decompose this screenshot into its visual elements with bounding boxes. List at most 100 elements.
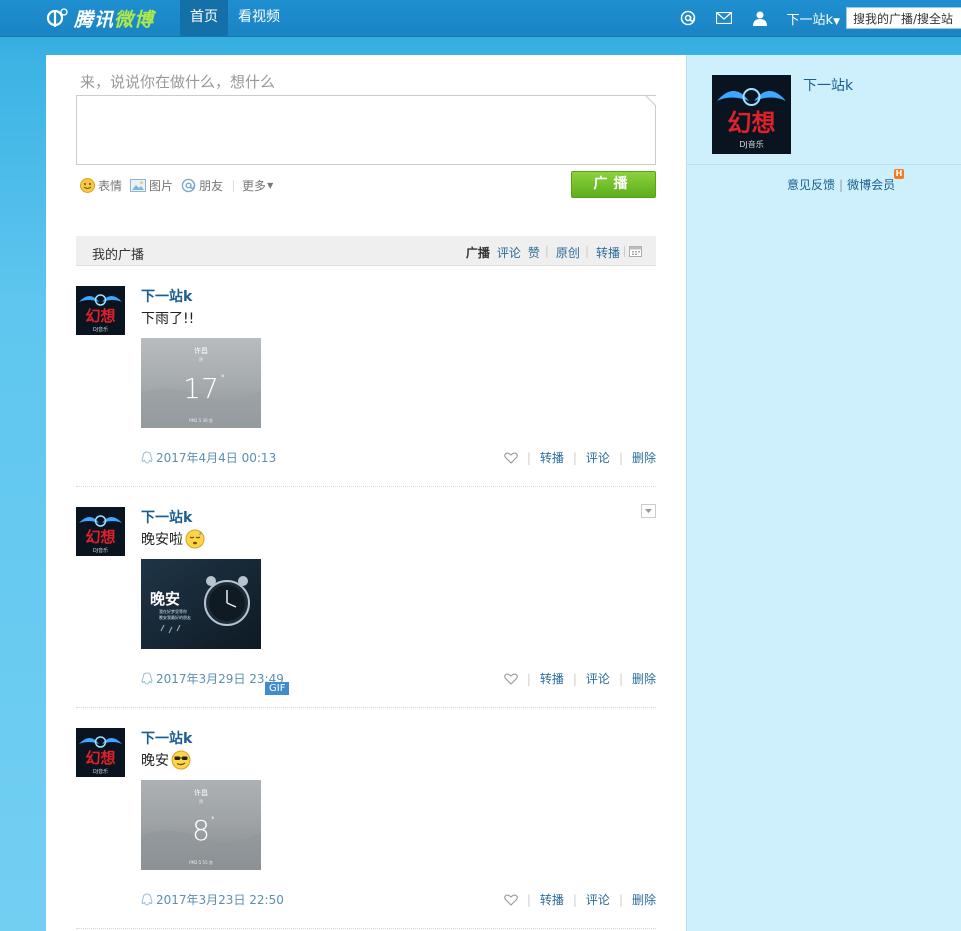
smiley-icon (80, 178, 95, 193)
svg-text:DJ音乐: DJ音乐 (93, 326, 108, 333)
sidebar-links: 意见反馈 | 微博会员 (787, 176, 896, 193)
cool-face-emoji-icon (171, 750, 191, 770)
mail-icon[interactable] (715, 9, 733, 27)
filter-broadcast[interactable]: 广播 (466, 244, 490, 261)
vip-badge: H (894, 169, 904, 179)
filter-comments[interactable]: 评论 (497, 244, 521, 261)
broadcast-submit-button[interactable]: 广播 (571, 171, 656, 198)
delete-button[interactable]: 删除 (632, 449, 656, 466)
svg-text:阴: 阴 (199, 356, 203, 362)
post-text: 晚安 (141, 750, 191, 770)
svg-text:°: ° (221, 374, 225, 382)
sidebar-divider (687, 164, 961, 165)
repost-button[interactable]: 转播 (540, 670, 564, 687)
user-avatar[interactable]: 幻想 DJ音乐 (76, 507, 125, 556)
picture-icon (130, 179, 147, 192)
svg-text:幻想: 幻想 (728, 109, 776, 137)
post-author-name[interactable]: 下一站k (141, 507, 192, 527)
user-avatar[interactable]: 幻想 DJ音乐 (76, 728, 125, 777)
svg-text:DJ音乐: DJ音乐 (739, 139, 764, 149)
like-button[interactable] (504, 673, 518, 685)
chevron-down-icon: ▼ (267, 181, 274, 190)
feed-header: 我的广播 广播 评论 赞 | 原创 | 转播 (76, 236, 656, 266)
weather-screenshot-thumbnail[interactable]: 许昌 阴 17 ° PM2.5 36 良 (141, 338, 261, 428)
feed-post: 幻想 DJ音乐 下一站k 下雨了!! 许昌 阴 17 ° PM2.5 36 良 … (76, 266, 656, 487)
svg-text:DJ音乐: DJ音乐 (93, 768, 108, 775)
svg-text:晚安我最好的朋友: 晚安我最好的朋友 (159, 614, 191, 620)
post-text: 下雨了!! (141, 311, 195, 327)
post-timestamp[interactable]: 2017年3月23日 22:50 (141, 891, 284, 908)
delete-button[interactable]: 删除 (632, 891, 656, 908)
comment-button[interactable]: 评论 (586, 891, 610, 908)
svg-text:幻想: 幻想 (85, 749, 115, 767)
filter-original[interactable]: 原创 (556, 244, 580, 261)
image-tool-button[interactable]: 图片 (130, 177, 173, 194)
qq-penguin-icon (141, 893, 153, 906)
feed-filter-tabs: 广播 评论 赞 | 原创 | 转播 (459, 244, 620, 261)
like-button[interactable] (504, 894, 518, 906)
svg-text:17: 17 (183, 372, 219, 405)
qq-penguin-icon (141, 451, 153, 464)
post-author-name[interactable]: 下一站k (141, 286, 192, 306)
weather-screenshot-thumbnail[interactable]: 许昌 阴 8 ° PM2.5 55 良 (141, 780, 261, 870)
svg-text:阴: 阴 (199, 798, 203, 804)
feed-post: 幻想 DJ音乐 下一站k 晚安 许昌 阴 8 ° PM2.5 55 良 2017… (76, 708, 656, 929)
speech-notch-icon (646, 96, 656, 106)
svg-text:幻想: 幻想 (85, 307, 115, 325)
main-nav: 首页 看视频 (180, 0, 290, 36)
top-username-menu[interactable]: 下一站k▼ (787, 9, 840, 28)
toolbar-divider (233, 179, 235, 192)
sidebar-user-avatar[interactable]: 幻想 DJ音乐 (712, 75, 791, 154)
mention-friend-button[interactable]: 朋友 (181, 177, 223, 194)
delete-button[interactable]: 删除 (632, 670, 656, 687)
post-actions: | 转播 | 评论 | 删除 (504, 891, 656, 908)
calendar-icon[interactable] (629, 245, 642, 257)
weibo-vip-link[interactable]: 微博会员 (847, 176, 895, 193)
feed-title: 我的广播 (92, 248, 145, 263)
tencent-weibo-logo[interactable]: 腾讯微博 (46, 4, 154, 32)
chevron-down-icon (645, 509, 652, 513)
post-timestamp[interactable]: 2017年3月29日 23:49 (141, 670, 284, 687)
emoji-tool-button[interactable]: 表情 (80, 177, 122, 194)
repost-button[interactable]: 转播 (540, 449, 564, 466)
like-button[interactable] (504, 452, 518, 464)
top-navigation-bar: 腾讯微博 首页 看视频 下一站k▼ 搜我的广播/搜全站 (0, 0, 961, 37)
mention-icon[interactable] (679, 9, 697, 27)
sleepy-face-emoji-icon: z (185, 529, 205, 549)
filter-repost[interactable]: 转播 (596, 244, 620, 261)
svg-text:°: ° (211, 816, 215, 824)
search-input[interactable]: 搜我的广播/搜全站 (846, 7, 961, 29)
comment-button[interactable]: 评论 (586, 670, 610, 687)
repost-button[interactable]: 转播 (540, 891, 564, 908)
filter-likes[interactable]: 赞 (528, 244, 540, 261)
sidebar-username[interactable]: 下一站k (803, 75, 853, 95)
post-options-dropdown[interactable] (641, 504, 656, 518)
svg-text:8: 8 (192, 814, 210, 847)
weibo-logo-icon (46, 8, 68, 27)
top-right-controls: 下一站k▼ 搜我的广播/搜全站 (679, 0, 961, 36)
goodnight-gif-thumbnail[interactable]: 晚安 我在好梦里等你 晚安我最好的朋友 (141, 559, 261, 649)
heart-icon (504, 452, 518, 464)
post-actions: | 转播 | 评论 | 删除 (504, 670, 656, 687)
svg-text:幻想: 幻想 (85, 528, 115, 546)
svg-text:PM2.5 55 良: PM2.5 55 良 (189, 859, 213, 865)
compose-textarea[interactable] (76, 95, 656, 165)
nav-watch-video[interactable]: 看视频 (228, 0, 290, 36)
post-author-name[interactable]: 下一站k (141, 728, 192, 748)
compose-toolbar: 表情 图片 朋友 更多 ▼ (80, 177, 281, 194)
more-tools-dropdown[interactable]: 更多 ▼ (242, 177, 273, 194)
comment-button[interactable]: 评论 (586, 449, 610, 466)
heart-icon (504, 894, 518, 906)
profile-sidebar: 幻想 DJ音乐 下一站k 意见反馈 | 微博会员 H (686, 55, 961, 931)
feedback-link[interactable]: 意见反馈 (787, 176, 835, 193)
svg-text:许昌: 许昌 (194, 346, 208, 355)
svg-text:我在好梦里等你: 我在好梦里等你 (159, 608, 187, 614)
nav-home[interactable]: 首页 (180, 0, 228, 36)
user-avatar[interactable]: 幻想 DJ音乐 (76, 286, 125, 335)
logo-text: 腾讯微博 (74, 8, 155, 31)
post-timestamp[interactable]: 2017年4月4日 00:13 (141, 449, 276, 466)
svg-text:PM2.5 36 良: PM2.5 36 良 (189, 417, 213, 423)
svg-text:晚安: 晚安 (150, 590, 180, 608)
post-actions: | 转播 | 评论 | 删除 (504, 449, 656, 466)
user-profile-icon[interactable] (751, 9, 769, 27)
